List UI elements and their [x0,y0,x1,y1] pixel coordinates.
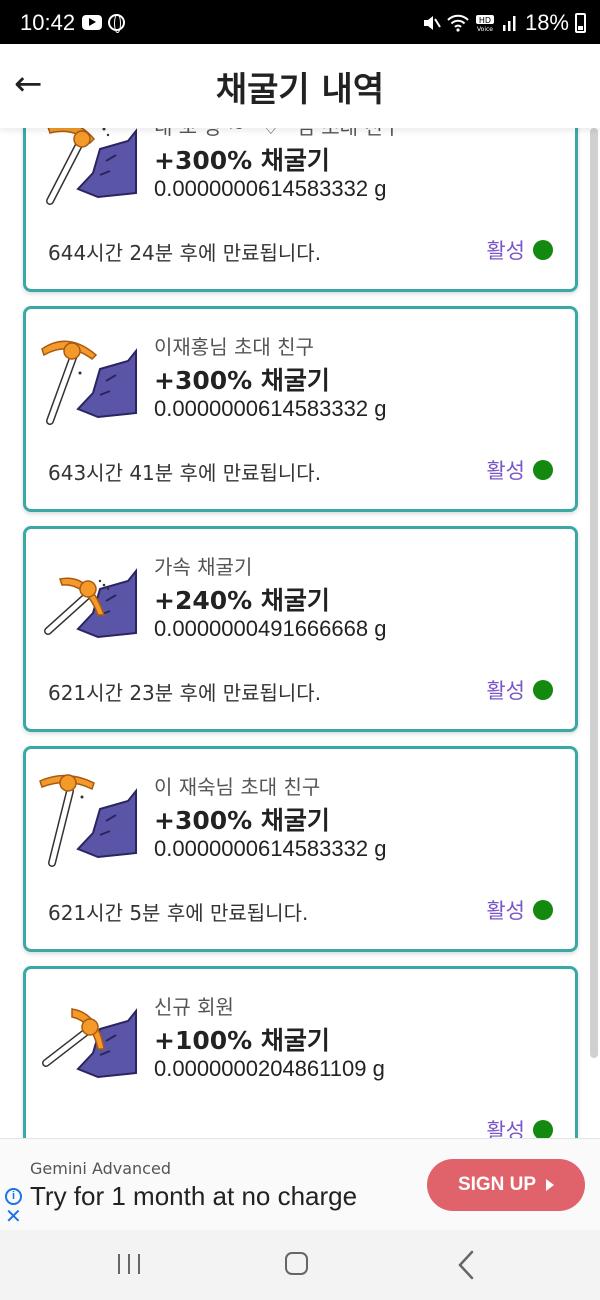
pickaxe-rock-icon [46,128,137,205]
globe-icon [108,14,125,33]
svg-text:HD: HD [479,16,491,25]
card-expiry: 644시간 24분 후에 만료됩니다. [48,241,322,265]
card-amount: 0.0000000204861109 g [154,1056,385,1081]
status-label: 활성 [486,679,525,703]
nav-back-icon[interactable] [458,1250,474,1280]
sign-up-button[interactable]: SIGN UP [427,1159,585,1211]
status-right-icons: HD Voice 18% [421,10,586,36]
home-icon[interactable] [285,1252,308,1275]
battery-icon [575,13,586,33]
miner-card[interactable]: 이재홍님 초대 친구 +300% 채굴기 0.0000000614583332 … [23,306,578,512]
card-expiry: 621시간 23분 후에 만료됩니다. [48,681,322,705]
status-dot-icon [533,680,553,700]
status-dot-icon [533,460,553,480]
pickaxe-rock-icon [44,568,137,639]
hd-voice-icon: HDVoice [475,15,494,32]
wifi-icon [447,14,469,32]
sign-up-label: SIGN UP [457,1174,537,1195]
card-expiry: 643시간 41분 후에 만료됩니다. [48,461,322,485]
mute-icon [423,16,441,30]
miner-card[interactable]: 내 꼬 양 ~^♡^님 초대 친구 +300% 채굴기 0.0000000614… [23,128,578,292]
recent-apps-icon[interactable] [118,1254,140,1274]
status-dot-icon [533,900,553,920]
ad-banner[interactable]: Gemini Advanced Try for 1 month at no ch… [0,1138,600,1230]
status-badge: 활성 [486,895,553,925]
miner-card[interactable]: 이 재숙님 초대 친구 +300% 채굴기 0.0000000614583332… [23,746,578,952]
status-label: 활성 [486,239,525,263]
card-title: 신규 회원 [154,995,234,1019]
card-amount: 0.0000000491666668 g [154,616,387,641]
status-badge: 활성 [486,1115,553,1138]
system-nav-bar [0,1230,600,1300]
status-label: 활성 [486,1119,525,1138]
card-rate: +300% 채굴기 [154,146,330,175]
card-rate: +300% 채굴기 [154,806,330,835]
status-bar: 10:42 HD Voice 18% [0,0,600,44]
battery-percent: 18% [524,10,569,35]
card-rate: +240% 채굴기 [154,586,330,615]
status-badge: 활성 [486,455,553,485]
card-title: 가속 채굴기 [154,555,253,579]
status-badge: 활성 [486,675,553,705]
app-header: ← 채굴기 내역 [0,44,600,128]
status-time: 10:42 [20,10,76,35]
card-title: 이재홍님 초대 친구 [154,335,314,359]
youtube-icon [82,15,102,30]
miner-card[interactable]: 신규 회원 +100% 채굴기 0.0000000204861109 g 활성 [23,966,578,1138]
miner-list-viewport[interactable]: 내 꼬 양 ~^♡^님 초대 친구 +300% 채굴기 0.0000000614… [0,128,600,1138]
ad-info-icon[interactable]: i [5,1188,22,1205]
card-rate: +100% 채굴기 [154,1026,330,1055]
status-dot-icon [533,1120,553,1138]
card-expiry: 621시간 5분 후에 만료됩니다. [48,901,309,925]
signal-icon [502,16,516,31]
card-title: 내 꼬 양 ~^♡^님 초대 친구 [154,128,401,140]
card-amount: 0.0000000614583332 g [154,396,387,421]
page-title: 채굴기 내역 [215,70,385,110]
pickaxe-rock-icon [39,774,137,867]
ad-headline[interactable]: Try for 1 month at no charge [30,1181,357,1212]
card-rate: +300% 채굴기 [154,366,330,395]
status-label: 활성 [486,899,525,923]
miner-card[interactable]: 가속 채굴기 +240% 채굴기 0.0000000491666668 g 62… [23,526,578,732]
card-amount: 0.0000000614583332 g [154,176,387,201]
play-arrow-icon [546,1178,555,1191]
status-label: 활성 [486,459,525,483]
scrollbar[interactable] [590,128,598,1058]
pickaxe-rock-icon [41,340,137,425]
ad-advertiser: Gemini Advanced [30,1159,171,1178]
card-amount: 0.0000000614583332 g [154,836,387,861]
pickaxe-rock-icon [42,1008,137,1079]
card-title: 이 재숙님 초대 친구 [154,775,321,799]
status-badge: 활성 [486,235,553,265]
status-dot-icon [533,240,553,260]
ad-close-icon[interactable]: ✕ [5,1207,22,1227]
status-left-icons [82,14,125,33]
svg-text:Voice: Voice [477,26,493,32]
